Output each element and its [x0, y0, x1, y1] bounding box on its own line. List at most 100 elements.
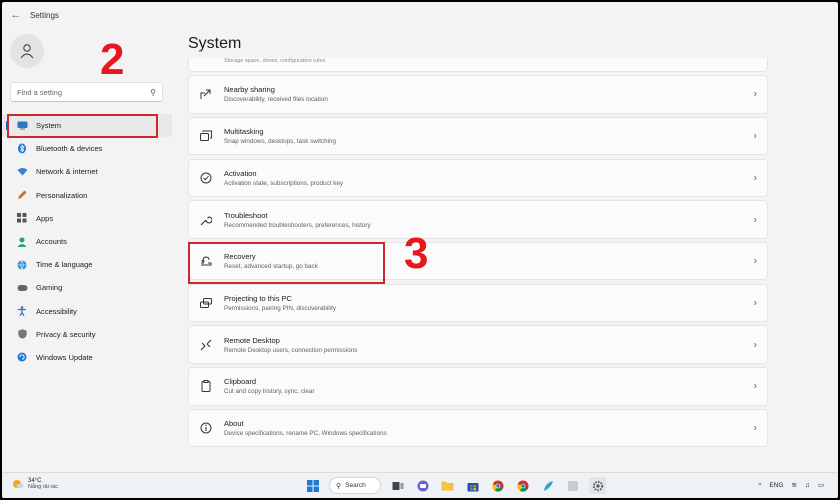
weather-sun-icon — [13, 480, 24, 489]
chevron-right-icon: › — [753, 88, 757, 100]
sidebar-item-label: Gaming — [36, 283, 63, 293]
page-title: System — [188, 35, 242, 52]
remote-desktop-icon — [199, 338, 213, 352]
feather-icon — [543, 480, 553, 491]
sidebar-item-label: Time & language — [36, 260, 93, 270]
system-tray: ^ ENG ≋ ♫ ▭ — [750, 481, 824, 490]
chevron-right-icon: › — [753, 172, 757, 184]
chevron-right-icon: › — [753, 339, 757, 351]
card-desc: Activation state, subscriptions, product… — [224, 179, 343, 187]
check-circle-icon — [199, 171, 213, 185]
card-about[interactable]: About Device specifications, rename PC, … — [188, 408, 768, 448]
taskbar-search-button[interactable]: ⚲ Search — [329, 477, 381, 494]
sidebar-item-apps[interactable]: Apps — [2, 207, 172, 230]
card-desc: Cut and copy history, sync, clear — [224, 388, 315, 396]
chrome-icon — [491, 480, 503, 492]
store-icon — [467, 482, 478, 491]
chrome-icon — [516, 480, 528, 492]
sidebar-item-label: Network & internet — [36, 167, 98, 177]
card-title: About — [224, 418, 244, 428]
gamepad-icon — [16, 282, 28, 294]
card-nearby-sharing[interactable]: Nearby sharing Discoverability, received… — [188, 75, 768, 114]
back-arrow-icon[interactable]: ← — [6, 5, 26, 25]
card-remote-desktop[interactable]: Remote Desktop Remote Desktop users, con… — [188, 325, 768, 364]
clipboard-icon — [199, 379, 213, 393]
chrome-profile-button[interactable] — [514, 477, 531, 494]
system-highlight-box — [7, 114, 158, 138]
partial-card-desc: Storage space, drives, configuration rul… — [224, 58, 326, 64]
card-projecting[interactable]: Projecting to this PC Permissions, pairi… — [188, 283, 768, 323]
person-icon — [16, 236, 28, 248]
volume-icon[interactable]: ♫ — [805, 482, 810, 489]
file-explorer-button[interactable] — [439, 477, 456, 494]
sidebar-item-label: Privacy & security — [36, 329, 96, 339]
card-activation[interactable]: Activation Activation state, subscriptio… — [188, 158, 768, 198]
chat-icon — [417, 480, 428, 491]
chat-button[interactable] — [414, 477, 431, 494]
search-box[interactable]: ⚲ — [10, 82, 163, 102]
card-clipboard[interactable]: Clipboard Cut and copy history, sync, cl… — [188, 367, 768, 406]
user-icon — [20, 44, 34, 59]
card-desc: Remote Desktop users, connection permiss… — [224, 346, 358, 354]
chevron-up-icon[interactable]: ^ — [758, 482, 761, 489]
sidebar-item-label: Bluetooth & devices — [36, 144, 103, 154]
start-button[interactable] — [304, 477, 321, 494]
search-icon: ⚲ — [150, 87, 156, 97]
card-title: Multitasking — [224, 127, 264, 137]
weather-condition: Nắng rải rác — [28, 484, 58, 490]
sidebar-item-windows-update[interactable]: Windows Update — [2, 346, 172, 369]
share-icon — [199, 87, 213, 101]
app-button[interactable] — [564, 477, 581, 494]
feather-app-button[interactable] — [539, 477, 556, 494]
chevron-right-icon: › — [753, 380, 757, 392]
card-troubleshoot[interactable]: Troubleshoot Recommended troubleshooters… — [188, 200, 768, 239]
chevron-right-icon: › — [753, 297, 757, 309]
chrome-button[interactable] — [489, 477, 506, 494]
card-title: Projecting to this PC — [224, 293, 292, 303]
taskbar: 34°C Nắng rải rác ⚲ Search ^ ENG ≋ ♫ ▭ — [2, 472, 838, 498]
search-icon: ⚲ — [336, 482, 342, 490]
settings-taskbar-button[interactable] — [589, 477, 606, 494]
accessibility-icon — [16, 305, 28, 317]
sidebar-item-time-language[interactable]: Time & language — [2, 253, 172, 276]
card-desc: Snap windows, desktops, task switching — [224, 138, 337, 146]
card-title: Clipboard — [224, 377, 257, 387]
recovery-highlight-box — [188, 242, 385, 284]
card-title: Remote Desktop — [224, 335, 280, 345]
partial-card[interactable]: Storage space, drives, configuration rul… — [188, 58, 768, 72]
projector-icon — [199, 296, 213, 310]
sidebar-item-accounts[interactable]: Accounts — [2, 230, 172, 253]
battery-icon[interactable]: ▭ — [818, 481, 824, 489]
wifi-icon[interactable]: ≋ — [792, 481, 797, 489]
card-multitasking[interactable]: Multitasking Snap windows, desktops, tas… — [188, 116, 768, 156]
sidebar-item-gaming[interactable]: Gaming — [2, 276, 172, 299]
sidebar-item-label: Personalization — [36, 190, 88, 200]
microsoft-store-button[interactable] — [464, 477, 481, 494]
step-3-annotation: 3 — [404, 229, 429, 278]
bluetooth-icon — [16, 143, 28, 155]
task-view-button[interactable] — [389, 477, 406, 494]
sidebar-item-bluetooth[interactable]: Bluetooth & devices — [2, 137, 172, 160]
shield-icon — [16, 328, 28, 340]
windows-logo-icon — [306, 479, 319, 492]
card-desc: Device specifications, rename PC, Window… — [224, 429, 387, 437]
sidebar-item-privacy[interactable]: Privacy & security — [2, 323, 172, 346]
card-desc: Recommended troubleshooters, preferences… — [224, 221, 371, 229]
window-title: Settings — [30, 10, 59, 20]
app-icon — [567, 480, 578, 491]
sidebar-item-accessibility[interactable]: Accessibility — [2, 300, 172, 323]
chevron-right-icon: › — [753, 255, 757, 267]
multitasking-icon — [199, 129, 213, 143]
weather-widget[interactable]: 34°C Nắng rải rác — [12, 478, 58, 490]
gear-icon — [592, 480, 603, 491]
search-input[interactable] — [17, 87, 151, 97]
avatar[interactable] — [10, 34, 44, 68]
sidebar-item-network[interactable]: Network & internet — [2, 160, 172, 183]
card-title: Nearby sharing — [224, 85, 275, 95]
sidebar-item-personalization[interactable]: Personalization — [2, 184, 172, 207]
card-desc: Discoverability, received files location — [224, 96, 328, 104]
globe-icon — [16, 259, 28, 271]
info-icon — [199, 421, 213, 435]
step-2-annotation: 2 — [100, 35, 125, 84]
language-indicator[interactable]: ENG — [769, 482, 783, 489]
